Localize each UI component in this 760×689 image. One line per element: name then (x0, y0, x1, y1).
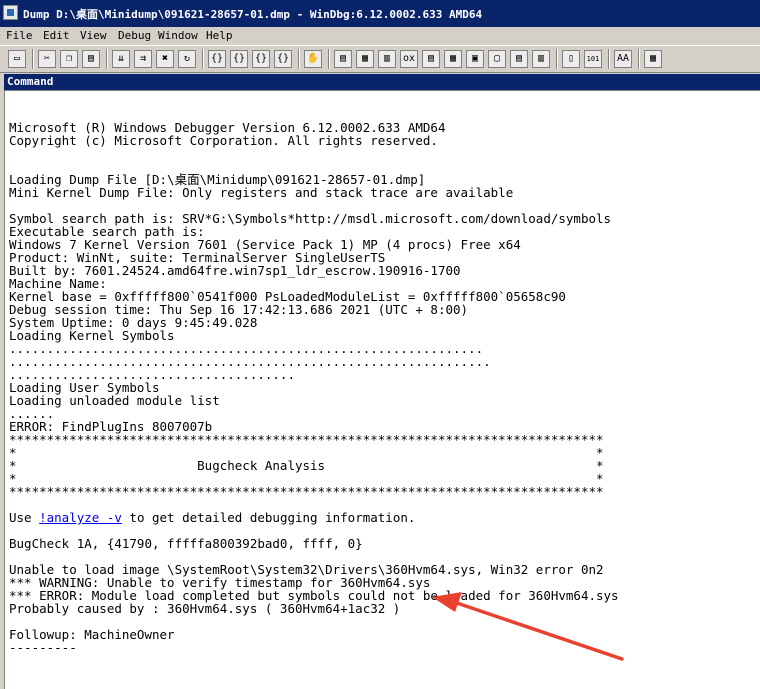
red-arrow-icon (432, 592, 624, 661)
annotation-arrow (432, 592, 624, 661)
